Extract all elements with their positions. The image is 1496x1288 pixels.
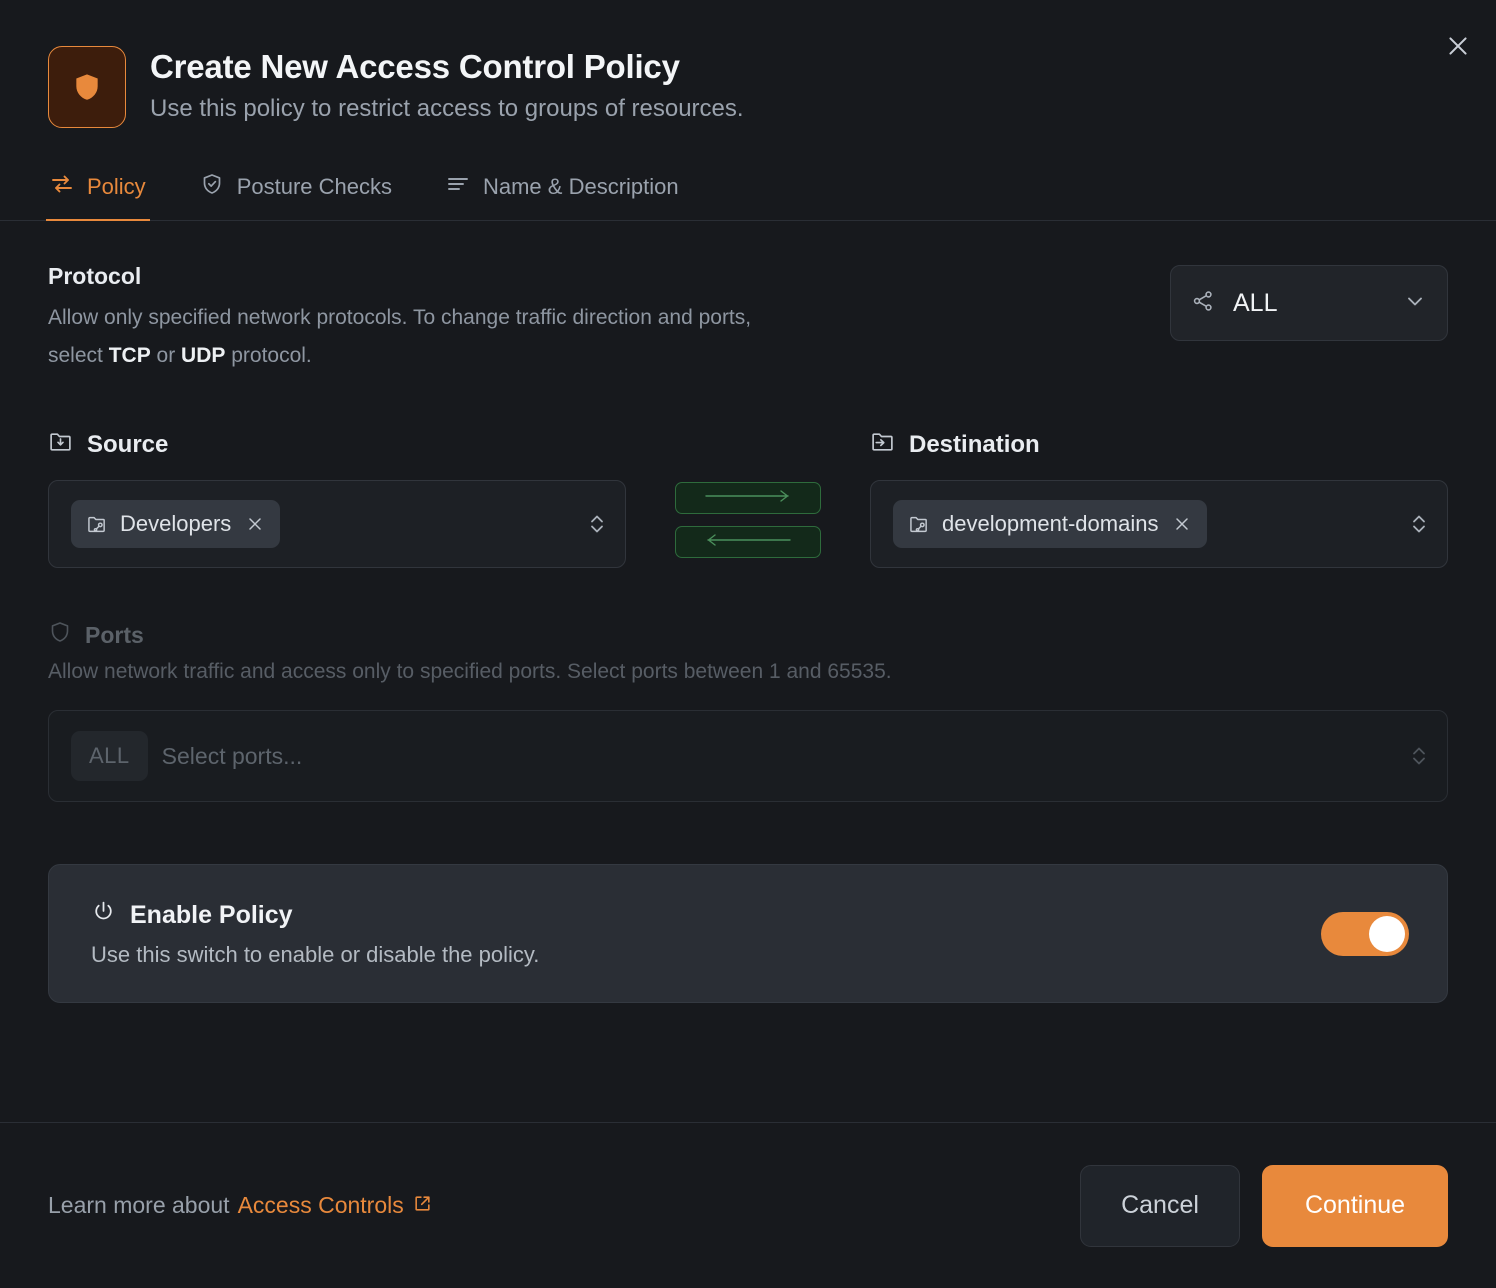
chevron-updown-icon[interactable] xyxy=(1407,511,1431,537)
tab-name-description[interactable]: Name & Description xyxy=(444,172,681,220)
shield-icon xyxy=(48,46,126,128)
destination-field[interactable]: development-domains xyxy=(870,480,1448,569)
protocol-select-value: ALL xyxy=(1233,288,1278,317)
protocol-desc-tcp: TCP xyxy=(108,344,151,368)
direction-backward-button[interactable] xyxy=(675,526,821,559)
destination-label-text: Destination xyxy=(909,431,1040,459)
ports-field[interactable]: ALL Select ports... xyxy=(48,710,1448,803)
source-label-text: Source xyxy=(87,431,169,459)
chevron-updown-icon[interactable] xyxy=(585,511,609,537)
ports-all-badge: ALL xyxy=(71,731,148,782)
ports-title: Ports xyxy=(48,620,1448,650)
footer-actions: Cancel Continue xyxy=(1080,1164,1448,1247)
ports-title-text: Ports xyxy=(85,621,144,648)
close-icon[interactable] xyxy=(1438,26,1478,66)
direction-forward-button[interactable] xyxy=(675,482,821,515)
enable-policy-subtitle: Use this switch to enable or disable the… xyxy=(91,942,540,968)
create-policy-dialog: Create New Access Control Policy Use thi… xyxy=(0,0,1496,1288)
direction-toggle-group xyxy=(675,482,821,559)
cancel-button[interactable]: Cancel xyxy=(1080,1164,1240,1247)
folder-group-icon xyxy=(86,513,108,535)
learn-more-prefix: Learn more about xyxy=(48,1192,230,1218)
destination-chip-development-domains[interactable]: development-domains xyxy=(893,500,1208,549)
source-destination-section: Source Developers Destination developmen… xyxy=(48,429,1448,569)
chevron-updown-icon[interactable] xyxy=(1407,743,1431,769)
protocol-section: Protocol Allow only specified network pr… xyxy=(48,263,1448,375)
enable-policy-toggle[interactable] xyxy=(1321,911,1409,956)
chip-label: Developers xyxy=(120,511,232,537)
protocol-title: Protocol xyxy=(48,263,142,289)
enable-policy-card: Enable Policy Use this switch to enable … xyxy=(48,864,1448,1004)
dialog-footer: Learn more about Access Controls Cancel … xyxy=(0,1122,1496,1288)
folder-in-icon xyxy=(48,429,73,461)
external-link-icon xyxy=(413,1192,432,1219)
protocol-description: Allow only specified network protocols. … xyxy=(48,299,808,375)
arrow-right-icon xyxy=(700,488,796,509)
enable-policy-title: Enable Policy xyxy=(91,899,1301,931)
arrow-left-icon xyxy=(700,532,796,553)
page-title: Create New Access Control Policy xyxy=(150,48,680,85)
source-label: Source xyxy=(48,429,626,461)
chip-remove-icon[interactable] xyxy=(1172,514,1192,534)
tab-posture-checks[interactable]: Posture Checks xyxy=(198,172,394,220)
folder-out-icon xyxy=(870,429,895,461)
destination-label: Destination xyxy=(870,429,1448,461)
tab-label: Name & Description xyxy=(482,174,679,199)
source-field[interactable]: Developers xyxy=(48,480,626,569)
chip-remove-icon[interactable] xyxy=(245,514,265,534)
access-controls-link-label: Access Controls xyxy=(237,1192,404,1218)
source-chip-developers[interactable]: Developers xyxy=(71,500,281,549)
share-network-icon xyxy=(1191,289,1215,318)
ports-input[interactable]: Select ports... xyxy=(162,743,1393,770)
dialog-subtitle: Use this policy to restrict access to gr… xyxy=(150,95,744,123)
tab-label: Policy xyxy=(87,174,146,199)
protocol-desc-or: or xyxy=(150,344,182,368)
dialog-body: Protocol Allow only specified network pr… xyxy=(0,221,1496,1122)
protocol-desc-part2: protocol. xyxy=(225,344,312,368)
ports-section: Ports Allow network traffic and access o… xyxy=(48,620,1448,803)
tab-bar: Policy Posture Checks Name & Description xyxy=(0,172,1496,221)
shield-outline-icon xyxy=(48,620,72,650)
protocol-desc-udp: UDP xyxy=(181,344,226,368)
continue-button[interactable]: Continue xyxy=(1262,1164,1448,1247)
enable-policy-title-text: Enable Policy xyxy=(130,900,293,929)
power-icon xyxy=(91,899,116,931)
learn-more-text: Learn more about Access Controls xyxy=(48,1192,432,1219)
list-icon xyxy=(446,172,470,202)
protocol-select[interactable]: ALL xyxy=(1170,265,1448,341)
chevron-down-icon xyxy=(1403,289,1427,318)
toggle-knob xyxy=(1369,915,1405,952)
chip-label: development-domains xyxy=(942,511,1159,537)
shield-check-icon xyxy=(200,172,224,202)
ports-description: Allow network traffic and access only to… xyxy=(48,660,892,684)
tab-label: Posture Checks xyxy=(236,174,392,199)
folder-group-icon xyxy=(908,513,930,535)
transfer-icon xyxy=(50,172,74,202)
access-controls-link[interactable]: Access Controls xyxy=(238,1192,432,1219)
dialog-header: Create New Access Control Policy Use thi… xyxy=(0,0,1496,128)
tab-policy[interactable]: Policy xyxy=(46,172,150,221)
